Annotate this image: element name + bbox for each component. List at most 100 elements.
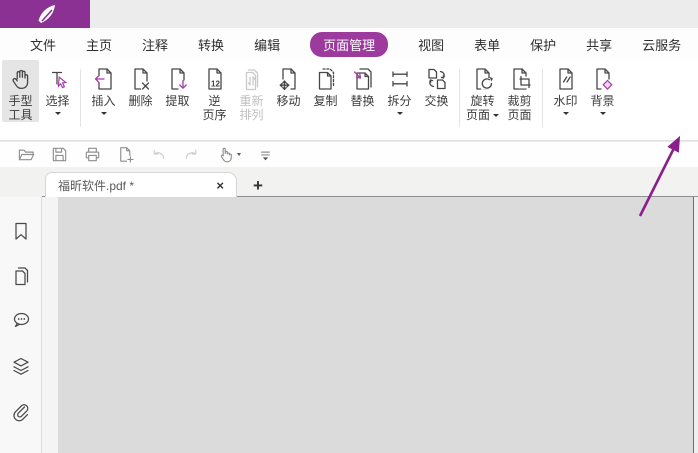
new-page-button[interactable] — [115, 145, 135, 165]
watermark-button[interactable]: 水印 — [547, 60, 584, 115]
ribbon-group-tools: 手型 工具 选择 — [2, 60, 76, 122]
menu-item-share[interactable]: 共享 — [586, 35, 612, 54]
bookmarks-panel-button[interactable] — [9, 219, 33, 243]
title-bar — [0, 0, 698, 28]
replace-page-icon — [353, 68, 372, 90]
reverse-page-order-button[interactable]: 12 逆 页序 — [196, 60, 233, 122]
move-page-button[interactable]: 移动 — [270, 60, 307, 108]
menu-item-cloud[interactable]: 云服务 — [642, 35, 681, 54]
touch-mode-button[interactable] — [214, 145, 242, 165]
delete-page-button[interactable]: 删除 — [122, 60, 159, 108]
delete-page-icon — [133, 68, 151, 91]
menu-item-convert[interactable]: 转换 — [198, 35, 224, 54]
split-page-button[interactable]: 拆分 — [381, 60, 418, 115]
ribbon-separator — [542, 69, 543, 127]
menu-item-page-organize[interactable]: 页面管理 — [310, 31, 389, 57]
reverse-order-icon: 12 — [207, 68, 222, 90]
rearrange-pages-button: 重新 排列 — [233, 60, 270, 122]
undo-button — [148, 145, 168, 165]
menu-bar: 文件 主页 注释 转换 编辑 页面管理 视图 表单 保护 共享 云服务 — [0, 28, 698, 60]
partially-visible-panel-icon[interactable] — [10, 449, 32, 453]
replace-page-button[interactable]: 替换 — [344, 60, 381, 108]
ribbon-group-transform: 旋转 页面 裁剪 页面 — [464, 60, 538, 122]
document-tab-bar: 福昕软件.pdf * × + — [0, 167, 698, 197]
printer-icon — [85, 147, 99, 162]
document-canvas[interactable] — [58, 197, 693, 453]
hand-icon — [11, 69, 28, 90]
paperclip-icon — [12, 404, 28, 422]
save-icon — [52, 147, 66, 162]
document-gutter — [42, 197, 58, 453]
document-pane — [42, 197, 698, 453]
page-thumbnails-panel-button[interactable] — [9, 264, 33, 288]
copy-page-button[interactable]: 复制 — [307, 60, 344, 108]
comment-bubble-icon — [13, 312, 29, 328]
print-button[interactable] — [82, 145, 102, 165]
app-logo[interactable] — [0, 0, 90, 28]
dropdown-caret-icon — [100, 112, 107, 115]
touch-hand-icon — [220, 147, 232, 163]
watermark-icon — [558, 68, 573, 90]
extract-page-icon — [170, 68, 188, 91]
document-tab[interactable]: 福昕软件.pdf * × — [45, 172, 237, 197]
swap-page-button[interactable]: 交换 — [418, 60, 455, 108]
split-page-icon — [391, 71, 408, 87]
menu-item-home[interactable]: 主页 — [86, 35, 112, 54]
bookmark-icon — [14, 222, 27, 240]
save-button[interactable] — [49, 145, 69, 165]
dropdown-caret-icon — [562, 112, 569, 115]
quill-pen-icon — [38, 5, 55, 23]
main-area — [0, 197, 698, 453]
new-page-icon — [119, 147, 135, 164]
comments-panel-button[interactable] — [9, 309, 33, 333]
copy-page-icon — [318, 68, 334, 90]
hand-tool-button[interactable]: 手型 工具 — [2, 60, 39, 122]
rotate-pages-button[interactable]: 旋转 页面 — [464, 60, 501, 122]
open-file-button[interactable] — [16, 145, 36, 165]
ribbon-separator — [459, 69, 460, 127]
undo-icon — [153, 149, 164, 159]
redo-button — [181, 145, 201, 165]
svg-text:12: 12 — [211, 80, 220, 89]
dropdown-caret-icon — [236, 153, 241, 156]
menu-item-edit[interactable]: 编辑 — [254, 35, 280, 54]
select-cursor-icon — [51, 71, 67, 89]
page-thumbnails-icon — [14, 267, 28, 286]
layers-icon — [12, 357, 29, 375]
menu-item-comment[interactable]: 注释 — [142, 35, 168, 54]
crop-pages-button[interactable]: 裁剪 页面 — [501, 60, 538, 122]
ribbon-group-pages: 插入 删除 提取 12 逆 页序 重新 排列 移动 复制 替换 拆分 交换 — [85, 60, 455, 122]
open-folder-icon — [18, 149, 34, 161]
insert-page-button[interactable]: 插入 — [85, 60, 122, 115]
swap-pages-icon — [427, 68, 446, 90]
insert-page-icon — [94, 68, 112, 90]
dropdown-caret-icon — [396, 112, 403, 115]
rearrange-pages-icon — [245, 69, 258, 91]
dropdown-caret-icon — [599, 112, 606, 115]
foxit-pdf-editor-window: 文件 主页 注释 转换 编辑 页面管理 视图 表单 保护 共享 云服务 手型 工… — [0, 0, 698, 453]
crop-pages-icon — [512, 68, 531, 90]
tab-close-button[interactable]: × — [213, 177, 227, 194]
ribbon-separator — [80, 69, 81, 127]
document-tab-title: 福昕软件.pdf * — [58, 178, 135, 193]
menu-item-protect[interactable]: 保护 — [530, 35, 556, 54]
background-button[interactable]: 背景 — [584, 60, 621, 115]
navigation-sidebar — [0, 197, 42, 453]
extract-page-button[interactable]: 提取 — [159, 60, 196, 108]
redo-icon — [185, 149, 196, 159]
new-tab-button[interactable]: + — [253, 177, 263, 194]
menu-item-form[interactable]: 表单 — [474, 35, 500, 54]
customize-toolbar-icon — [260, 151, 270, 161]
dropdown-caret-icon — [54, 112, 61, 115]
menu-item-file[interactable]: 文件 — [30, 35, 56, 54]
rotate-pages-icon — [475, 68, 493, 90]
select-button[interactable]: 选择 — [39, 60, 76, 115]
ribbon-toolbar: 手型 工具 选择 插入 删除 提取 12 逆 页序 重新 排列 移动 复制 替换… — [0, 60, 698, 141]
move-page-icon — [278, 68, 296, 91]
vertical-scrollbar[interactable] — [693, 197, 698, 453]
attachments-panel-button[interactable] — [9, 399, 33, 423]
dropdown-caret-icon — [493, 113, 499, 117]
menu-item-view[interactable]: 视图 — [418, 35, 444, 54]
customize-toolbar-button[interactable] — [255, 145, 275, 165]
layers-panel-button[interactable] — [9, 354, 33, 378]
